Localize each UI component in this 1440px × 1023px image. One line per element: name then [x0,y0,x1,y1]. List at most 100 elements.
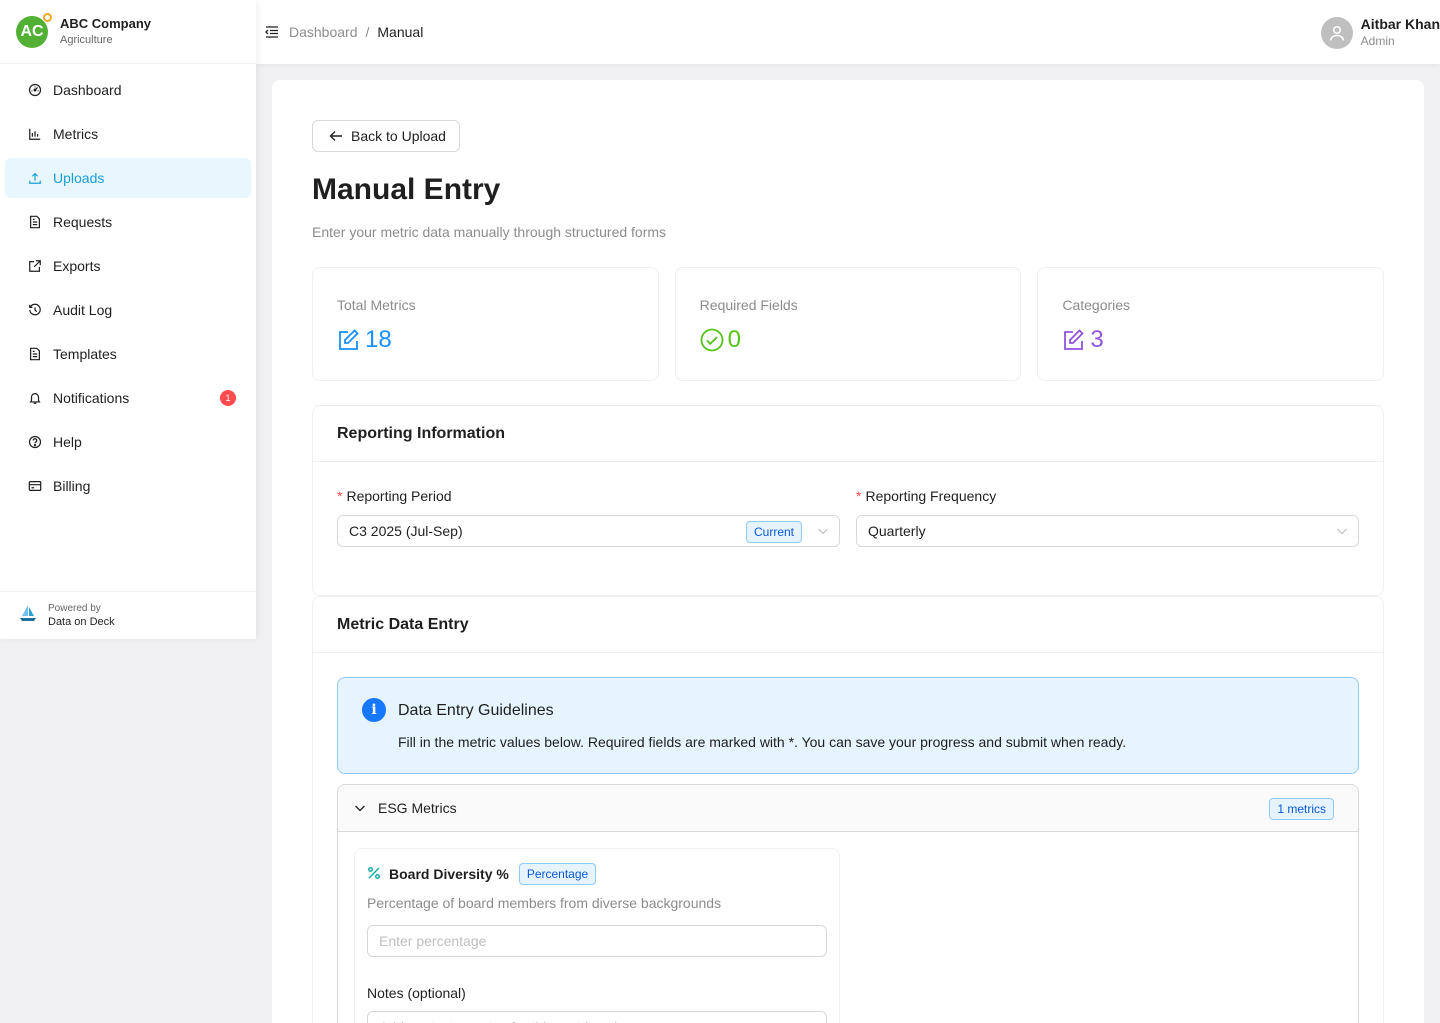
user-name: Aitbar Khan [1360,16,1440,32]
guidelines-title: Data Entry Guidelines [398,702,554,719]
menu-fold-icon[interactable] [265,25,279,39]
brand[interactable]: AC ABC Company Agriculture [0,0,256,64]
stats-row: Total Metrics 18 Required Fields 0 Categ… [312,267,1385,381]
check-circle-icon [700,328,724,352]
main-content: Back to Upload Manual Entry Enter your m… [272,80,1424,1023]
notes-input[interactable] [367,1011,827,1023]
breadcrumb-dashboard[interactable]: Dashboard [289,24,358,40]
question-icon [27,434,43,450]
edit-icon [339,329,359,350]
esg-metrics-collapse: ESG Metrics 1 metrics Board Diversity % … [337,784,1359,1023]
sidebar-item-label: Billing [53,478,91,494]
powered-by-name: Data on Deck [48,616,115,628]
reporting-period-label-text: Reporting Period [346,488,452,504]
bell-icon [27,390,43,406]
sidebar-item-uploads[interactable]: Uploads [5,158,251,198]
sidebar-item-label: Requests [53,214,113,230]
sidebar-item-label: Notifications [53,390,130,406]
reporting-period-value: C3 2025 (Jul-Sep) [349,523,463,539]
required-asterisk: * [337,488,343,504]
sidebar-item-label: Audit Log [53,302,113,318]
sidebar-item-label: Dashboard [53,82,122,98]
breadcrumb: Dashboard / Manual [289,24,423,40]
stat-card-categories: Categories 3 [1037,267,1385,381]
sidebar-item-label: Exports [53,258,101,274]
sidebar-item-audit-log[interactable]: Audit Log [5,290,251,330]
sidebar-item-metrics[interactable]: Metrics [5,114,251,154]
metrics-count-tag: 1 metrics [1269,798,1334,820]
sidebar-item-requests[interactable]: Requests [5,202,251,242]
sidebar-nav: Dashboard Metrics Uploads Requests Expor… [0,64,256,506]
panel-title: Metric Data Entry [313,597,1383,653]
upload-icon [27,170,43,186]
company-name: ABC Company [60,15,152,31]
arrow-left-icon [329,129,343,143]
file-icon [27,214,43,230]
metric-description: Percentage of board members from diverse… [367,895,722,911]
panel-title: Reporting Information [313,406,1383,462]
stat-value: 18 [365,326,392,353]
esg-metrics-header[interactable]: ESG Metrics 1 metrics [338,785,1358,832]
user-icon [1329,25,1344,41]
company-logo: AC [16,12,52,48]
logo-dot [43,12,52,22]
credit-card-icon [27,478,43,494]
stat-value-row: 0 [700,326,997,354]
page-title: Manual Entry [312,173,501,206]
metric-type-tag: Percentage [518,863,597,885]
user-role: Admin [1360,34,1395,48]
stat-value-row: 18 [337,326,634,354]
sidebar-item-billing[interactable]: Billing [5,466,251,506]
stat-label: Total Metrics [337,297,416,313]
sidebar-item-label: Metrics [53,126,99,142]
sidebar-item-exports[interactable]: Exports [5,246,251,286]
sidebar-item-templates[interactable]: Templates [5,334,251,374]
dashboard-icon [27,82,43,98]
reporting-information-panel: Reporting Information * Reporting Period … [312,405,1384,596]
required-asterisk: * [856,488,862,504]
metric-title: Board Diversity % Percentage [367,863,597,885]
percent-icon [367,866,381,883]
reporting-period-label: * Reporting Period [337,488,452,504]
info-icon: i [362,698,386,722]
metric-data-entry-panel: Metric Data Entry i Data Entry Guideline… [312,596,1384,1023]
sidebar-item-notifications[interactable]: Notifications 1 [5,378,251,418]
stat-value: 3 [1090,326,1104,353]
powered-by-label: Powered by [48,603,101,614]
chevron-down-icon [354,802,366,814]
reporting-frequency-value: Quarterly [868,523,926,539]
guidelines-alert: i Data Entry Guidelines Fill in the metr… [337,677,1359,774]
stat-value-row: 3 [1062,326,1359,354]
back-to-upload-button[interactable]: Back to Upload [312,120,460,152]
stat-card-required-fields: Required Fields 0 [674,267,1022,381]
group-name: ESG Metrics [378,800,457,816]
sidebar-item-dashboard[interactable]: Dashboard [5,70,251,110]
file-icon [27,346,43,362]
stat-label: Required Fields [699,297,798,313]
sidebar-item-help[interactable]: Help [5,422,251,462]
metric-card-board-diversity: Board Diversity % Percentage Percentage … [354,848,840,1023]
current-tag: Current [745,521,802,543]
sidebar-item-label: Help [53,434,82,450]
breadcrumb-manual: Manual [377,24,424,40]
sidebar-item-label: Templates [53,346,117,362]
bar-chart-icon [27,126,43,142]
sidebar-item-label: Uploads [53,170,105,186]
page-subtitle: Enter your metric data manually through … [312,224,667,240]
reporting-frequency-select[interactable]: Quarterly [856,515,1359,547]
sidebar: AC ABC Company Agriculture Dashboard Met… [0,0,256,639]
chevron-down-icon [818,528,828,535]
history-icon [27,302,43,318]
guidelines-text: Fill in the metric values below. Require… [398,734,1127,750]
reporting-period-select[interactable]: C3 2025 (Jul-Sep) Current [337,515,840,547]
powered-by[interactable]: Powered by Data on Deck [0,591,256,639]
metric-value-input[interactable] [367,925,827,957]
stat-card-total-metrics: Total Metrics 18 [312,267,659,381]
user-menu[interactable]: Aitbar Khan Admin [1320,16,1440,49]
notification-count-badge: 1 [220,390,236,406]
edit-icon [1064,329,1085,350]
logo-text: AC [20,22,44,40]
back-to-upload-label: Back to Upload [351,128,446,144]
metric-name: Board Diversity % [389,866,509,882]
export-icon [27,258,43,274]
